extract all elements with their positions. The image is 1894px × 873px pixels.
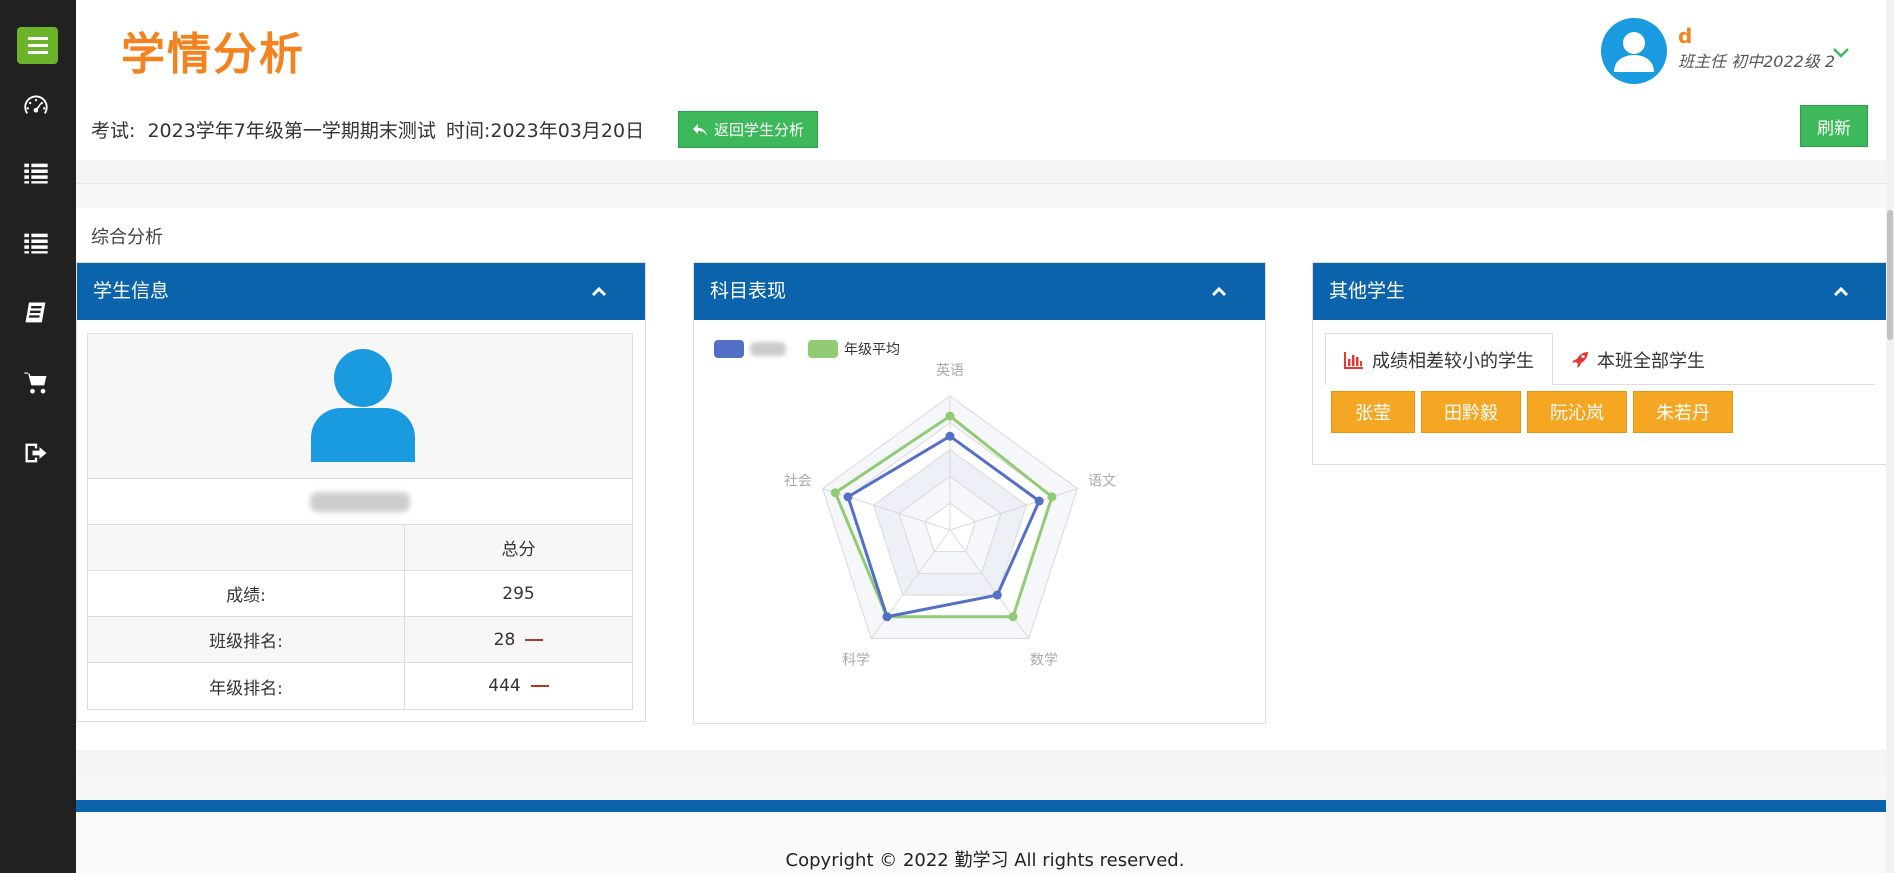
list-icon[interactable]	[20, 228, 52, 258]
table-header-row: 总分	[88, 525, 632, 571]
chevron-up-icon[interactable]	[1211, 285, 1227, 297]
chevron-up-icon[interactable]	[1833, 285, 1849, 297]
student-name	[88, 479, 632, 525]
panel-title: 学生信息	[93, 280, 170, 302]
radar-data-point	[830, 488, 840, 498]
radar-indicator-label: 英语	[936, 362, 964, 379]
legend-label-blurred	[750, 342, 786, 356]
exam-label: 考试:	[91, 120, 136, 142]
copyright-text: Copyright © 2022 勤学习 All rights reserved…	[785, 850, 1185, 871]
exam-time-label: 时间:	[445, 120, 491, 142]
radar-indicator-label: 科学	[842, 652, 870, 668]
student-chip[interactable]: 田黔毅	[1421, 391, 1521, 433]
panel-header: 科目表现	[694, 263, 1265, 320]
footer: Copyright © 2022 勤学习 All rights reserved…	[76, 812, 1894, 873]
scrollbar-thumb[interactable]	[1887, 210, 1893, 340]
column-header-total: 总分	[501, 540, 536, 560]
refresh-button[interactable]: 刷新	[1800, 105, 1868, 147]
user-icon	[311, 349, 415, 462]
row-label: 成绩:	[88, 571, 405, 616]
back-button-label: 返回学生分析	[713, 121, 804, 139]
radar-indicator-label: 数学	[1030, 652, 1058, 668]
vertical-scrollbar[interactable]	[1886, 0, 1894, 873]
radar-data-point	[1047, 492, 1057, 502]
panel-title: 其他学生	[1329, 280, 1406, 302]
bar-chart-icon	[1344, 351, 1363, 369]
back-to-student-analysis-button[interactable]: 返回学生分析	[678, 111, 818, 148]
dashboard-icon[interactable]	[20, 91, 52, 121]
footer-accent-bar	[76, 800, 1894, 812]
subject-performance-panel: 科目表现 英语语文数学 科学 社会 年级平均	[693, 262, 1266, 724]
radar-data-point	[1008, 612, 1018, 622]
main-content: 综合分析 学生信息 总分 成绩: 295 班级排名: 28 年级排名: 444 …	[76, 208, 1894, 750]
radar-data-point	[843, 492, 853, 502]
radar-indicator-label: 语文	[1088, 474, 1116, 490]
legend-swatch	[714, 340, 744, 358]
reply-icon	[692, 123, 707, 136]
tab-all-class-students[interactable]: 本班全部学生	[1571, 333, 1705, 386]
table-row: 成绩: 295	[88, 571, 632, 617]
other-students-panel: 其他学生 成绩相差较小的学生 本班全部学生 张莹 田黔毅 阮沁岚 朱若丹	[1312, 262, 1888, 465]
menu-toggle-button[interactable]	[17, 27, 58, 64]
student-chip[interactable]: 朱若丹	[1633, 391, 1733, 433]
top-header: 学情分析 d 班主任 初中2022级 2 考试: 2023学年7年级第一学期期末…	[76, 0, 1894, 160]
student-info-table: 总分 成绩: 295 班级排名: 28 年级排名: 444	[87, 333, 633, 710]
table-row: 班级排名: 28	[88, 617, 632, 663]
divider-band	[76, 750, 1894, 776]
exam-name: 2023学年7年级第一学期期末测试	[147, 120, 436, 142]
radar-data-point	[1034, 496, 1044, 506]
app-title: 学情分析	[121, 29, 305, 80]
row-label: 班级排名:	[88, 617, 405, 662]
radar-indicator-label: 社会	[784, 474, 812, 490]
section-title: 综合分析	[91, 227, 163, 248]
student-tabs: 成绩相差较小的学生 本班全部学生	[1325, 333, 1875, 386]
tab-label: 本班全部学生	[1597, 350, 1705, 372]
rocket-icon	[1572, 351, 1588, 368]
tab-label: 成绩相差较小的学生	[1372, 350, 1534, 372]
exam-info: 考试: 2023学年7年级第一学期期末测试 时间:2023年03月20日	[91, 116, 644, 143]
row-value: 28	[493, 629, 516, 650]
radar-chart: 英语语文数学 科学 社会 年级平均	[714, 340, 1116, 668]
chevron-up-icon[interactable]	[591, 285, 607, 297]
logout-icon[interactable]	[20, 438, 52, 468]
book-icon[interactable]	[20, 298, 52, 328]
student-chip[interactable]: 张莹	[1331, 391, 1415, 433]
radar-data-point	[945, 411, 955, 421]
student-chips: 张莹 田黔毅 阮沁岚 朱若丹	[1331, 391, 1733, 433]
legend-swatch	[808, 340, 838, 358]
user-avatar[interactable]	[1601, 18, 1667, 84]
panel-header: 学生信息	[77, 263, 645, 320]
user-role[interactable]: 班主任 初中2022级 2	[1678, 48, 1835, 72]
chevron-down-icon[interactable]	[1832, 46, 1850, 60]
student-photo	[88, 334, 632, 479]
list-icon[interactable]	[20, 158, 52, 188]
student-info-panel: 学生信息 总分 成绩: 295 班级排名: 28 年级排名: 444	[76, 262, 646, 722]
user-name[interactable]: d	[1678, 24, 1692, 48]
cart-icon[interactable]	[20, 368, 52, 398]
row-value: 444	[488, 676, 521, 696]
trend-flat-icon	[525, 638, 544, 641]
tab-similar-students[interactable]: 成绩相差较小的学生	[1325, 333, 1553, 386]
panel-title: 科目表现	[710, 280, 787, 302]
student-chip[interactable]: 阮沁岚	[1527, 391, 1627, 433]
panel-header: 其他学生	[1313, 263, 1887, 320]
exam-time: 2023年03月20日	[490, 120, 645, 142]
radar-data-point	[882, 612, 892, 622]
sidebar	[0, 0, 76, 873]
radar-data-point	[945, 431, 955, 441]
radar-data-point	[992, 590, 1002, 600]
trend-flat-icon	[530, 685, 549, 687]
divider-band	[76, 160, 1894, 184]
row-label: 年级排名:	[88, 663, 405, 709]
row-value: 295	[502, 583, 535, 604]
legend-label: 年级平均	[844, 342, 900, 358]
table-row: 年级排名: 444	[88, 663, 632, 709]
